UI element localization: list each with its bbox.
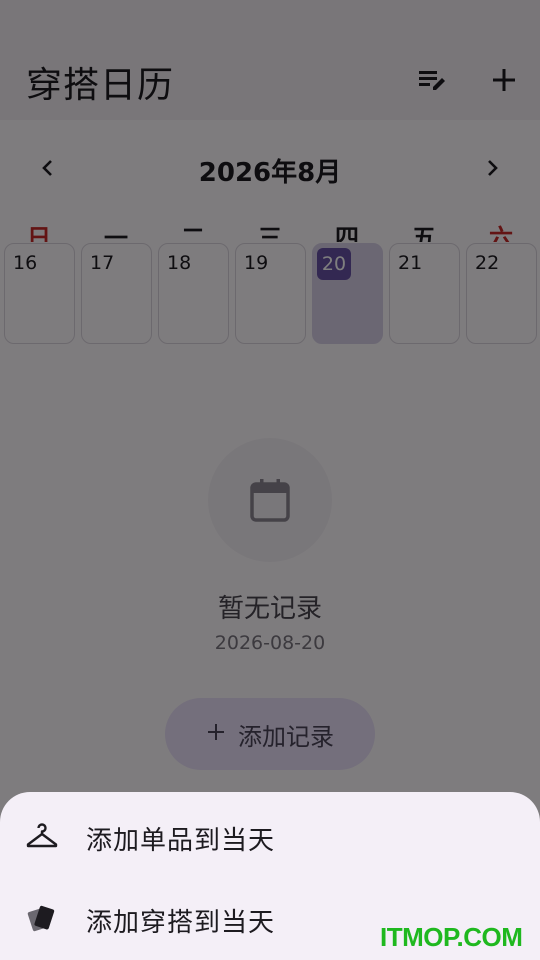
add-item-to-day-option[interactable]: 添加单品到当天 [0,796,540,876]
cards-icon [24,900,60,936]
add-item-to-day-label: 添加单品到当天 [86,826,276,856]
hanger-icon [24,818,60,854]
watermark: ITMOP.COM [380,922,523,952]
add-outfit-to-day-label: 添加穿搭到当天 [86,908,276,938]
